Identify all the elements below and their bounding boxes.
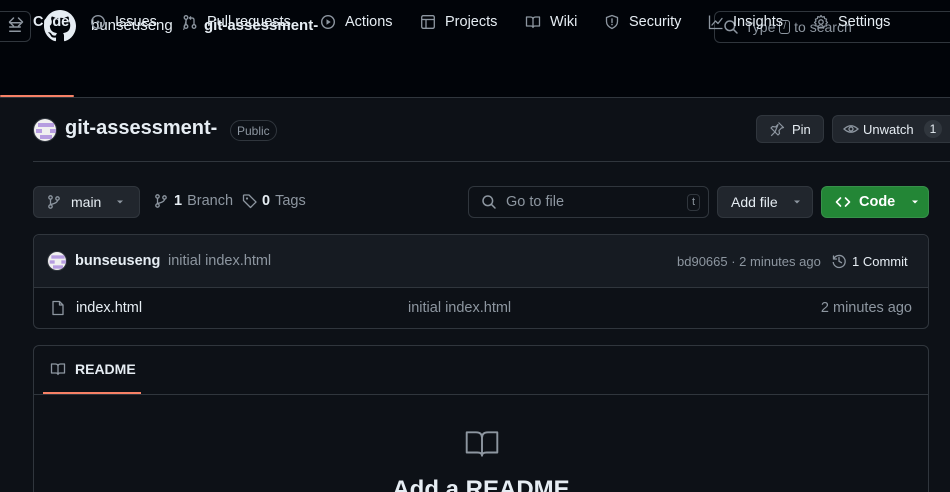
- branch-select-button[interactable]: main: [33, 186, 140, 218]
- pull-request-icon: [183, 14, 197, 29]
- commit-message-link[interactable]: initial index.html: [168, 253, 271, 269]
- tab-code[interactable]: Code: [8, 0, 69, 43]
- file-commit-time: 2 minutes ago: [820, 300, 912, 316]
- commit-hash-time[interactable]: bd90665 · 2 minutes ago: [677, 254, 821, 269]
- issue-icon: [90, 14, 106, 29]
- add-file-label: Add file: [731, 194, 778, 210]
- code-icon: [8, 16, 24, 27]
- tab-settings[interactable]: Settings: [813, 0, 890, 43]
- readme-empty-heading: Add a README: [392, 476, 570, 492]
- gear-icon: [813, 14, 829, 29]
- tag-count: 0: [262, 193, 271, 209]
- tab-actions[interactable]: Actions: [320, 0, 393, 43]
- tab-pull-requests[interactable]: Pull requests: [182, 0, 291, 43]
- latest-commit-row: bunseuseng initial index.html bd90665 · …: [34, 235, 928, 288]
- commit-author-link[interactable]: bunseuseng: [75, 253, 160, 269]
- commit-author-avatar[interactable]: [47, 251, 67, 271]
- tab-issues-label: Issues: [115, 13, 157, 30]
- commit-count-label: 1 Commit: [852, 253, 908, 269]
- eye-icon: [843, 125, 859, 133]
- pin-button[interactable]: Pin: [756, 115, 824, 143]
- table-icon: [421, 14, 435, 29]
- tags-link[interactable]: 0 Tags: [242, 193, 306, 209]
- repo-title[interactable]: git-assessment-: [65, 117, 217, 140]
- tab-wiki-label: Wiki: [550, 13, 578, 30]
- branches-link[interactable]: 1 Branch: [153, 193, 233, 209]
- pin-icon: [770, 122, 785, 137]
- file-icon: [52, 300, 64, 316]
- visibility-badge: Public: [230, 120, 277, 141]
- go-to-file-shortcut-key: t: [686, 194, 700, 211]
- readme-tab[interactable]: README: [50, 361, 136, 377]
- active-tab-indicator: [0, 95, 74, 97]
- chevron-down-icon: [912, 200, 919, 204]
- code-button-label: Code: [859, 194, 896, 210]
- chevron-down-icon: [793, 200, 800, 204]
- tab-projects-label: Projects: [445, 13, 498, 30]
- graph-icon: [708, 15, 723, 29]
- tab-code-label: Code: [33, 13, 70, 30]
- tag-icon: [242, 194, 257, 209]
- tab-security-label: Security: [629, 13, 682, 30]
- tab-projects[interactable]: Projects: [420, 0, 497, 43]
- unwatch-button-label: Unwatch: [863, 121, 914, 137]
- branch-count: 1: [174, 193, 183, 209]
- code-dropdown-button[interactable]: Code: [821, 186, 929, 218]
- title-divider: [33, 161, 950, 162]
- go-to-file-input[interactable]: Go to file t: [468, 186, 709, 218]
- readme-tab-label: README: [75, 361, 136, 377]
- tab-insights[interactable]: Insights: [708, 0, 783, 43]
- tab-actions-label: Actions: [345, 13, 393, 30]
- book-icon: [525, 15, 541, 28]
- tab-wiki[interactable]: Wiki: [525, 0, 577, 43]
- chevron-down-icon: [117, 200, 124, 204]
- play-icon: [320, 14, 336, 29]
- shield-icon: [605, 14, 619, 29]
- commit-history-link[interactable]: 1 Commit: [831, 253, 908, 269]
- tag-count-label: Tags: [275, 193, 306, 209]
- add-file-button[interactable]: Add file: [717, 186, 813, 218]
- table-row[interactable]: index.html initial index.html 2 minutes …: [34, 288, 928, 328]
- tab-settings-label: Settings: [838, 13, 891, 30]
- file-listing: bunseuseng initial index.html bd90665 · …: [33, 234, 929, 329]
- tab-pull-requests-label: Pull requests: [207, 13, 291, 30]
- unwatch-button[interactable]: Unwatch 1: [832, 115, 950, 143]
- branch-count-label: Branch: [187, 193, 234, 209]
- tab-issues[interactable]: Issues: [90, 0, 157, 43]
- readme-header: README: [34, 346, 928, 395]
- file-name-link[interactable]: index.html: [76, 300, 142, 316]
- book-icon: [465, 431, 499, 457]
- tab-insights-label: Insights: [733, 13, 783, 30]
- go-to-file-placeholder: Go to file: [506, 194, 565, 210]
- code-icon: [835, 197, 851, 207]
- tab-security[interactable]: Security: [604, 0, 681, 43]
- search-icon: [482, 195, 496, 209]
- branch-icon: [155, 194, 167, 208]
- branch-icon: [48, 195, 60, 209]
- repo-owner-avatar: [33, 118, 57, 142]
- readme-panel: README Add a README: [33, 345, 929, 492]
- global-header: bunseuseng / git-assessment- Type / to s…: [0, 0, 950, 98]
- watch-count-badge: 1: [923, 120, 943, 138]
- book-icon: [50, 363, 66, 376]
- history-icon: [832, 254, 846, 269]
- readme-tab-indicator: [43, 392, 141, 394]
- branch-name: main: [71, 194, 102, 210]
- pin-button-label: Pin: [792, 121, 811, 137]
- file-commit-message-link[interactable]: initial index.html: [408, 300, 511, 316]
